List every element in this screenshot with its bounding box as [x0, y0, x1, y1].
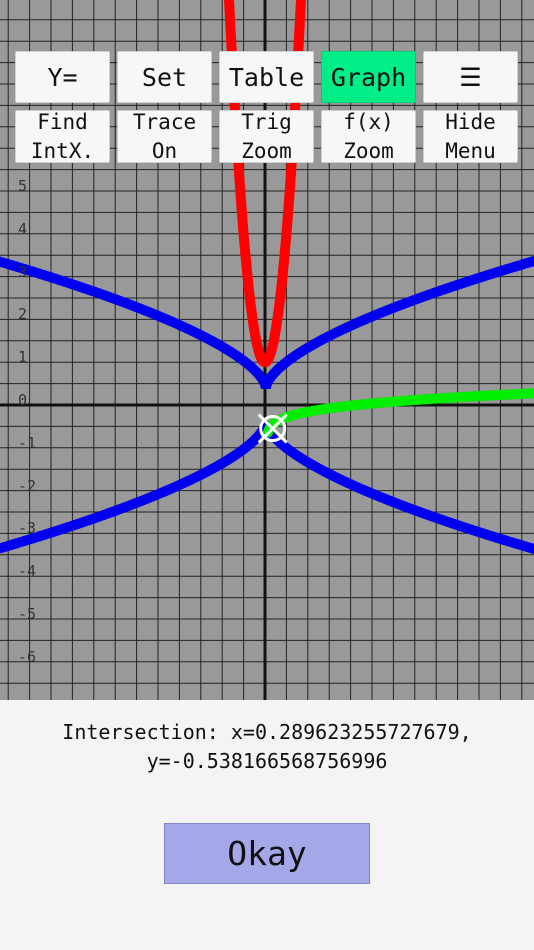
- y-tick-label: -2: [18, 476, 37, 495]
- intersection-result-text: Intersection: x=0.289623255727679, y=-0.…: [62, 720, 472, 773]
- y-tick-label: -5: [18, 605, 37, 623]
- hamburger-menu-icon[interactable]: ☰: [423, 51, 518, 103]
- y-tick-label: -1: [18, 433, 37, 452]
- y-tick-label: 2: [18, 305, 28, 324]
- y-tick-label: 0: [18, 391, 28, 409]
- hide-menu-button[interactable]: Hide Menu: [423, 110, 518, 163]
- fx-zoom-button[interactable]: f(x) Zoom: [321, 110, 416, 163]
- set-button[interactable]: Set: [117, 51, 212, 103]
- y-tick-label: -4: [18, 562, 37, 581]
- y-tick-label: -3: [18, 519, 37, 538]
- table-button[interactable]: Table: [219, 51, 314, 103]
- trace-on-button[interactable]: Trace On: [117, 110, 212, 163]
- blue-curve-upper: [0, 255, 534, 390]
- find-intersection-button[interactable]: Find IntX.: [15, 110, 110, 163]
- y-tick-label: 1: [18, 348, 28, 367]
- graph-button[interactable]: Graph: [321, 51, 416, 103]
- y-tick-label: 4: [18, 219, 28, 238]
- trig-zoom-button[interactable]: Trig Zoom: [219, 110, 314, 163]
- okay-button[interactable]: Okay: [164, 823, 370, 884]
- y-tick-label: -6: [18, 647, 37, 666]
- y-equals-button[interactable]: Y=: [15, 51, 110, 103]
- y-tick-label: 5: [18, 177, 28, 195]
- blue-curve-lower: [0, 420, 534, 555]
- graph-plot[interactable]: [0, 0, 534, 700]
- graph-canvas[interactable]: 5 4 3 2 1 0 -1 -2 -3 -4 -5 -6 Y= Set Table Graph ☰ …: [0, 0, 534, 700]
- y-tick-label: 3: [18, 262, 28, 281]
